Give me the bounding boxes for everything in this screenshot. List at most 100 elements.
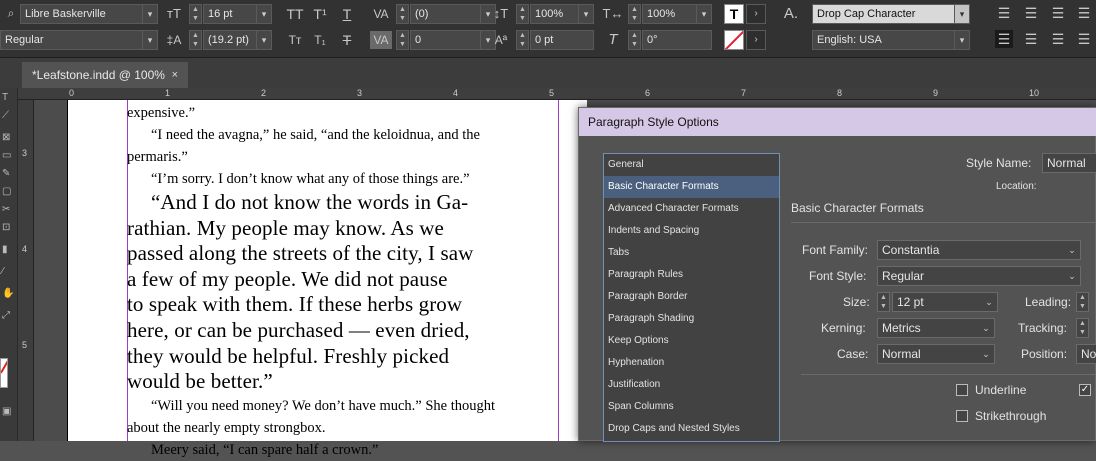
- justify-left-icon[interactable]: ☰: [995, 30, 1013, 48]
- style-name-field[interactable]: Normal: [1042, 153, 1096, 173]
- rectangle-frame-icon[interactable]: ▢: [2, 186, 14, 198]
- align-right-icon[interactable]: ☰: [1049, 4, 1067, 22]
- fill-swatch[interactable]: [0, 358, 8, 388]
- vertical-scale-stepper[interactable]: ▲ ▼: [516, 4, 529, 24]
- all-caps-icon[interactable]: TT: [284, 5, 306, 23]
- vertical-scale-field[interactable]: 100% ▾: [530, 4, 594, 24]
- ligatures-checkbox[interactable]: ✓: [1079, 384, 1091, 396]
- line-tool-icon[interactable]: ⟋: [2, 110, 14, 122]
- list-item[interactable]: Paragraph Rules: [604, 264, 779, 286]
- strikethrough-checkbox[interactable]: [956, 410, 968, 422]
- size-field[interactable]: 12 pt ⌄: [892, 292, 998, 312]
- character-style-icon: A.: [783, 5, 799, 22]
- list-item[interactable]: Justification: [604, 374, 779, 396]
- font-family-field[interactable]: Libre Baskerville ▾: [20, 4, 158, 24]
- skew-field[interactable]: 0°: [642, 30, 712, 50]
- body-text[interactable]: expensive.” “I need the avagna,” he said,…: [127, 102, 558, 461]
- justify-right-icon[interactable]: ☰: [1049, 30, 1067, 48]
- section-divider: [791, 222, 1096, 223]
- align-center-icon[interactable]: ☰: [1022, 4, 1040, 22]
- text-line[interactable]: permaris.”: [127, 146, 558, 168]
- text-line[interactable]: about the nearly empty strongbox.: [127, 417, 558, 439]
- rectangle-tool-icon[interactable]: ▭: [2, 150, 14, 162]
- pencil-tool-icon[interactable]: ✎: [2, 168, 14, 180]
- list-item[interactable]: Drop Caps and Nested Styles: [604, 418, 779, 440]
- fill-menu-arrow-icon[interactable]: ›: [746, 4, 766, 24]
- leading-field[interactable]: (19.2 pt) ▾: [203, 30, 272, 50]
- position-select[interactable]: No: [1076, 344, 1096, 364]
- list-item[interactable]: Span Columns: [604, 396, 779, 418]
- list-item[interactable]: Keep Options: [604, 330, 779, 352]
- font-size-field[interactable]: 16 pt ▾: [203, 4, 272, 24]
- baseline-shift-field[interactable]: 0 pt: [530, 30, 594, 50]
- text-fill-swatch[interactable]: T: [724, 4, 744, 24]
- language-field[interactable]: English: USA ▾: [812, 30, 970, 50]
- text-line[interactable]: “And I do not know the words in Ga-: [127, 190, 558, 216]
- font-size-stepper[interactable]: ▲ ▼: [189, 4, 202, 24]
- zoom-tool-icon[interactable]: ⤢: [2, 310, 14, 322]
- kerning-stepper[interactable]: ▲ ▼: [396, 30, 409, 50]
- text-line[interactable]: a few of my people. We did not pause: [127, 267, 558, 293]
- stroke-none-swatch[interactable]: [724, 30, 744, 50]
- size-stepper[interactable]: ▲ ▼: [877, 292, 890, 312]
- small-caps-icon[interactable]: Tт: [284, 31, 306, 49]
- text-line[interactable]: would be better.”: [127, 369, 558, 395]
- list-item[interactable]: Paragraph Shading: [604, 308, 779, 330]
- subscript-icon[interactable]: T₁: [312, 31, 328, 49]
- justify-all-icon[interactable]: ☰: [1075, 30, 1093, 48]
- justify-center-icon[interactable]: ☰: [1022, 30, 1040, 48]
- list-item[interactable]: Basic Character Formats: [604, 176, 779, 198]
- text-line[interactable]: “I’m sorry. I don’t know what any of tho…: [127, 168, 558, 190]
- character-style-field[interactable]: Drop Cap Character ▾: [812, 4, 970, 24]
- horizontal-scale-field[interactable]: 100% ▾: [642, 4, 712, 24]
- stroke-menu-arrow-icon[interactable]: ›: [746, 30, 766, 50]
- eyedropper-tool-icon[interactable]: ⁄: [2, 266, 14, 278]
- text-line[interactable]: rathian. My people may know. As we: [127, 216, 558, 242]
- superscript-icon[interactable]: T¹: [312, 5, 328, 23]
- text-line[interactable]: expensive.”: [127, 102, 558, 124]
- underline-checkbox[interactable]: [956, 384, 968, 396]
- kerning-field[interactable]: 0 ▾: [410, 30, 496, 50]
- list-item[interactable]: Hyphenation: [604, 352, 779, 374]
- text-line[interactable]: they would be helpful. Freshly picked: [127, 344, 558, 370]
- text-line[interactable]: to speak with them. If these herbs grow: [127, 292, 558, 318]
- leading-stepper[interactable]: ▲ ▼: [1076, 292, 1089, 312]
- font-style-select[interactable]: Regular ⌄: [877, 266, 1081, 286]
- underline-icon[interactable]: T: [339, 5, 355, 23]
- text-line[interactable]: “I need the avagna,” he said, “and the k…: [127, 124, 558, 146]
- font-style-field[interactable]: Regular ▾: [0, 30, 158, 50]
- text-line[interactable]: here, or can be purchased — even dried,: [127, 318, 558, 344]
- tracking-field[interactable]: (0) ▾: [410, 4, 496, 24]
- hand-tool-icon[interactable]: ✋: [2, 288, 14, 300]
- tracking-stepper[interactable]: ▲ ▼: [1076, 318, 1089, 338]
- text-line[interactable]: passed along the streets of the city, I …: [127, 241, 558, 267]
- align-towards-spine-icon[interactable]: ☰: [1075, 4, 1093, 22]
- font-family-select[interactable]: Constantia ⌄: [877, 240, 1081, 260]
- swap-fill-icon[interactable]: ▣: [2, 406, 14, 418]
- text-line[interactable]: Meery said, “I can spare half a crown.”: [127, 439, 558, 461]
- frame-tool-icon[interactable]: ⊠: [2, 132, 14, 144]
- gradient-tool-icon[interactable]: ▮: [2, 244, 14, 256]
- type-tool-icon[interactable]: T: [2, 92, 14, 104]
- leading-stepper[interactable]: ▲ ▼: [189, 30, 202, 50]
- case-select[interactable]: Normal ⌄: [877, 344, 995, 364]
- section-heading: Basic Character Formats: [791, 201, 924, 215]
- tracking-stepper[interactable]: ▲ ▼: [396, 4, 409, 24]
- text-line[interactable]: “Will you need money? We don’t have much…: [127, 395, 558, 417]
- transform-tool-icon[interactable]: ⊡: [2, 222, 14, 234]
- list-item[interactable]: Paragraph Border: [604, 286, 779, 308]
- skew-stepper[interactable]: ▲ ▼: [628, 30, 641, 50]
- list-item[interactable]: Tabs: [604, 242, 779, 264]
- scissors-tool-icon[interactable]: ✂: [2, 204, 14, 216]
- baseline-shift-stepper[interactable]: ▲ ▼: [516, 30, 529, 50]
- tab-leafstone[interactable]: *Leafstone.indd @ 100% ×: [22, 62, 188, 88]
- align-left-icon[interactable]: ☰: [995, 4, 1013, 22]
- close-icon[interactable]: ×: [172, 62, 178, 88]
- list-item[interactable]: Indents and Spacing: [604, 220, 779, 242]
- horizontal-scale-stepper[interactable]: ▲ ▼: [628, 4, 641, 24]
- list-item[interactable]: General: [604, 154, 779, 176]
- list-item[interactable]: Advanced Character Formats: [604, 198, 779, 220]
- strikethrough-icon[interactable]: T: [339, 31, 355, 49]
- tracking-label: Tracking:: [1018, 321, 1067, 335]
- kerning-select[interactable]: Metrics ⌄: [877, 318, 995, 338]
